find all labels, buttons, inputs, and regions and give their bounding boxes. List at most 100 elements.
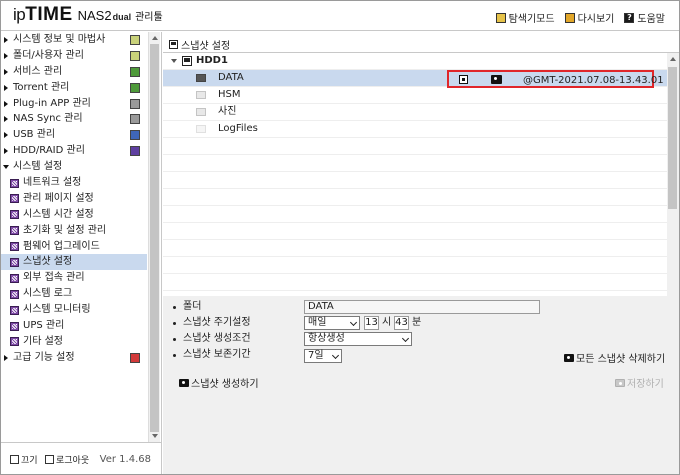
camera-icon[interactable] [491,75,502,84]
bullet-icon [173,338,176,341]
save-button[interactable]: 저장하기 [615,375,664,390]
hour-field[interactable]: 13 [364,316,379,330]
folder-row-logfiles[interactable]: LogFiles [163,121,667,137]
expand-arrow-icon [4,100,8,107]
folder-row-data[interactable]: DATA @GMT-2021.07.08-13.43.01 [163,70,667,88]
menu-label: HDD/RAID 관리 [13,145,85,157]
folder-field[interactable]: DATA [304,300,540,314]
setting-box-icon [10,321,19,331]
folder-tree: HDD1 DATA @GMT-2021.07.08-13.43.01 HSM 사… [163,52,679,316]
expand-arrow-icon [4,116,8,123]
tree-scrollbar[interactable] [667,53,679,315]
bullet-icon [173,306,176,309]
cycle-select-value: 매일 [308,317,327,328]
submenu-etc[interactable]: 기타 설정 [1,334,147,350]
logout-button[interactable]: 로그아웃 [45,453,89,466]
scroll-thumb[interactable] [150,44,159,432]
page-title-icon [169,40,178,49]
retention-select[interactable]: 7일 [304,349,342,363]
create-snapshot-button[interactable]: 스냅샷 생성하기 [179,375,259,390]
folder-row-photos[interactable]: 사진 [163,104,667,120]
explorer-mode-link[interactable]: 탐색기모드 [495,10,555,25]
menu-label: USB 관리 [13,129,56,141]
setting-box-icon [10,273,19,283]
menu-usb[interactable]: USB 관리 [1,127,147,143]
help-link[interactable]: ? 도움말 [624,10,665,25]
submenu-snapshot[interactable]: 스냅샷 설정 [1,254,147,271]
page-title-text: 스냅샷 설정 [181,41,231,52]
folder-icon [196,74,206,82]
scroll-down-icon[interactable] [152,434,158,438]
submenu-admin-page[interactable]: 관리 페이지 설정 [1,191,147,207]
menu-label: 폴더/사용자 관리 [13,49,84,61]
header: ip TIME NAS2 dual 관리툴 탐색기모드 다시보기 ? 도움말 [1,1,679,31]
folder-name: 사진 [218,106,237,117]
camera-icon [564,353,574,362]
delete-all-label: 모든 스냅샷 삭제하기 [576,354,666,365]
submenu-label: UPS 관리 [23,320,65,332]
setting-box-icon [10,178,19,188]
snapshot-restore-icon[interactable] [459,75,468,84]
cycle-select[interactable]: 매일 [304,316,360,330]
logo-time: TIME [25,4,73,25]
expand-arrow-icon [4,132,8,139]
minute-field[interactable]: 43 [394,316,409,330]
submenu-firmware[interactable]: 펌웨어 업그레이드 [1,239,147,255]
snapshot-highlight: @GMT-2021.07.08-13.43.01 [447,70,664,88]
logout-label: 로그아웃 [56,456,90,466]
submenu-network[interactable]: 네트워크 설정 [1,175,147,191]
scroll-up-icon[interactable] [152,36,158,40]
chevron-down-icon [401,334,410,343]
submenu-reset-config[interactable]: 초기화 및 설정 관리 [1,223,147,239]
header-links: 탐색기모드 다시보기 ? 도움말 [495,10,665,25]
menu-hdd-raid[interactable]: HDD/RAID 관리 [1,143,147,159]
folder-row-hsm[interactable]: HSM [163,87,667,103]
torrent-icon [130,82,140,93]
condition-select[interactable]: 항상생성 [304,332,412,346]
setting-box-icon [10,194,19,204]
menu-plugin-app[interactable]: Plug-in APP 관리 [1,96,147,112]
scroll-thumb[interactable] [668,67,677,209]
menu-system-settings[interactable]: 시스템 설정 [1,159,147,175]
folder-icon [196,108,206,116]
service-icon [130,66,140,77]
retention-setting-label: 스냅샷 보존기간 [183,349,251,360]
submenu-label: 기타 설정 [23,335,63,347]
users-icon [130,50,140,61]
submenu-monitoring[interactable]: 시스템 모니터링 [1,302,147,318]
expand-arrow-icon [4,148,8,155]
menu-service[interactable]: 서비스 관리 [1,64,147,80]
power-off-button[interactable]: 끄기 [10,453,38,466]
snapshot-settings: 폴더 DATA 스냅샷 주기설정 매일 13 시 43 분 스냅샷 생성조건 항… [163,296,679,474]
chevron-down-icon [349,318,358,327]
scroll-up-icon[interactable] [670,57,676,61]
submenu-label: 관리 페이지 설정 [23,192,94,204]
expand-arrow-icon [4,84,8,91]
menu-label: Torrent 관리 [13,81,70,93]
sidebar-scrollbar[interactable] [148,32,160,442]
submenu-system-time[interactable]: 시스템 시간 설정 [1,207,147,223]
menu-torrent[interactable]: Torrent 관리 [1,80,147,96]
menu-nas-sync[interactable]: NAS Sync 관리 [1,111,147,127]
folder-name: DATA [218,72,244,83]
hdd-node[interactable]: HDD1 [171,55,228,66]
expand-arrow-icon [4,68,8,75]
refresh-link[interactable]: 다시보기 [564,10,614,25]
hdd-label: HDD1 [196,55,228,66]
submenu-remote-access[interactable]: 외부 접속 관리 [1,270,147,286]
delete-all-snapshots-button[interactable]: 모든 스냅샷 삭제하기 [564,350,665,365]
menu-folder-user[interactable]: 폴더/사용자 관리 [1,48,147,64]
menu-advanced[interactable]: 고급 기능 설정 [1,350,147,366]
iptime-logo: ip TIME NAS2 dual 관리툴 [13,4,163,26]
logo-dual: dual [112,12,132,22]
create-snapshot-label: 스냅샷 생성하기 [191,379,259,390]
submenu-ups[interactable]: UPS 관리 [1,318,147,334]
save-label: 저장하기 [627,379,664,390]
setting-box-icon [10,289,19,299]
version-label: Ver 1.4.68 [99,454,151,465]
submenu-system-log[interactable]: 시스템 로그 [1,286,147,302]
logo-ip: ip [13,5,26,24]
submenu-label: 시스템 시간 설정 [23,208,94,220]
cycle-setting-label: 스냅샷 주기설정 [183,317,251,328]
menu-system-info[interactable]: 시스템 정보 및 마법사 [1,32,147,48]
